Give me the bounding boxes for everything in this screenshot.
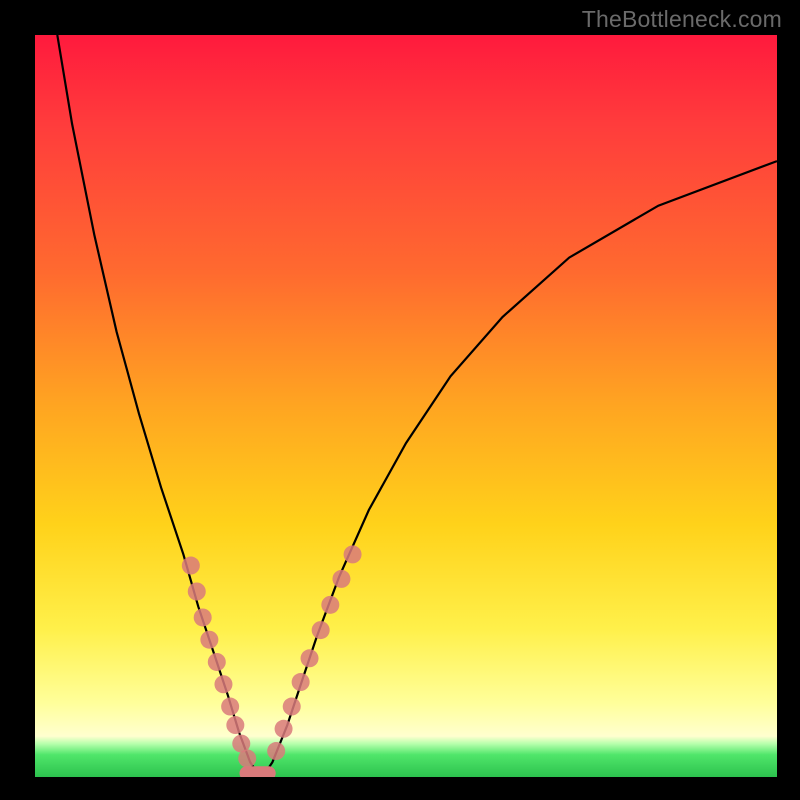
dots-left bbox=[182, 557, 256, 768]
data-point bbox=[267, 742, 285, 760]
data-point bbox=[238, 749, 256, 767]
data-point bbox=[283, 698, 301, 716]
data-point bbox=[275, 720, 293, 738]
bottleneck-curve bbox=[57, 35, 777, 773]
data-point bbox=[214, 675, 232, 693]
dots-right bbox=[267, 545, 361, 760]
data-point bbox=[188, 583, 206, 601]
data-point bbox=[232, 735, 250, 753]
data-point bbox=[344, 545, 362, 563]
data-point bbox=[301, 649, 319, 667]
data-point bbox=[194, 608, 212, 626]
data-point bbox=[182, 557, 200, 575]
data-point bbox=[332, 570, 350, 588]
chart-plot-area bbox=[35, 35, 777, 777]
data-point bbox=[226, 716, 244, 734]
data-point bbox=[321, 596, 339, 614]
data-point bbox=[312, 621, 330, 639]
data-point bbox=[221, 698, 239, 716]
watermark-text: TheBottleneck.com bbox=[582, 6, 782, 33]
data-point bbox=[292, 673, 310, 691]
data-point bbox=[200, 631, 218, 649]
data-point bbox=[208, 653, 226, 671]
chart-frame: TheBottleneck.com bbox=[0, 0, 800, 800]
chart-svg bbox=[35, 35, 777, 777]
